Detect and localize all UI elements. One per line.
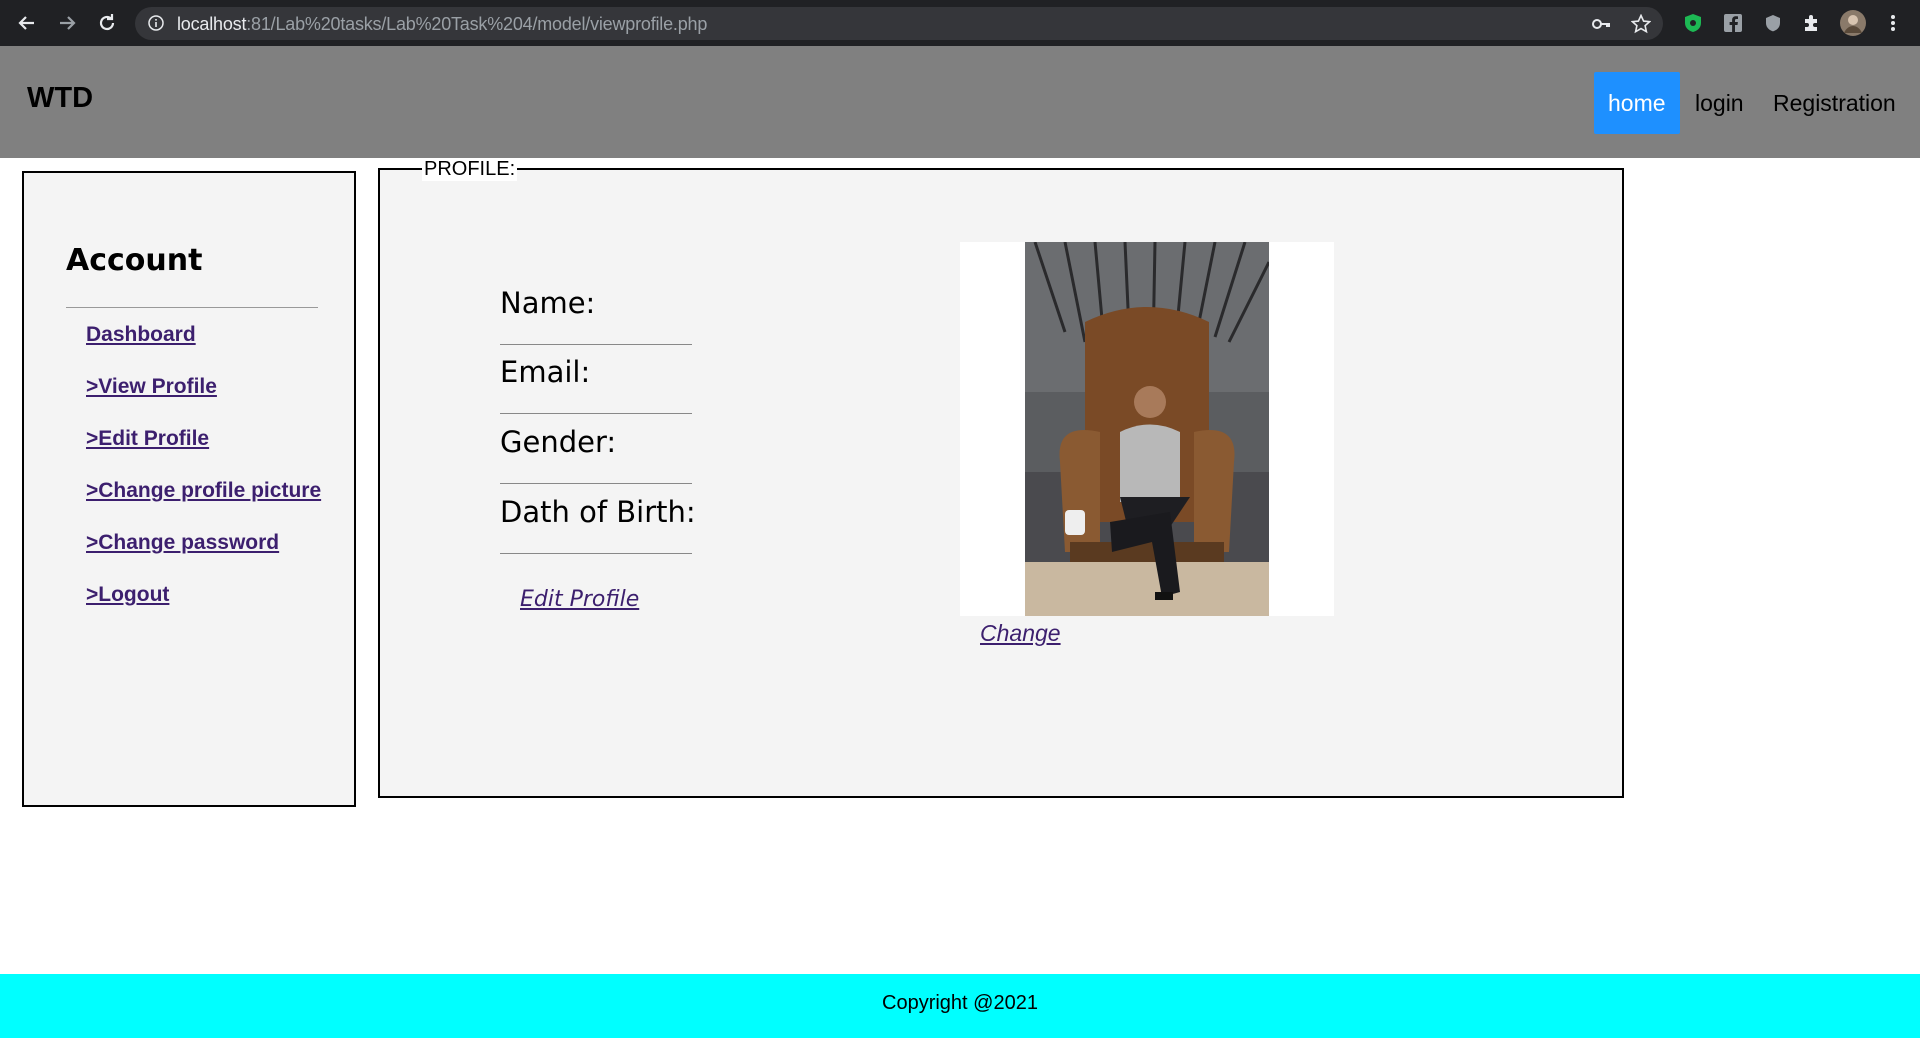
sidebar-link-view-profile[interactable]: >View Profile [86, 375, 217, 399]
field-gender: Gender: [500, 415, 692, 484]
field-email: Email: [500, 345, 692, 414]
back-arrow-icon[interactable] [14, 10, 40, 36]
field-email-label: Email: [500, 355, 591, 389]
copyright-text: Copyright @2021 [882, 992, 1038, 1014]
field-dob-label: Dath of Birth: [500, 495, 696, 529]
address-bar[interactable]: localhost:81/Lab%20tasks/Lab%20Task%204/… [135, 7, 1663, 40]
account-sidebar: Account Dashboard >View Profile >Edit Pr… [22, 171, 356, 807]
sidebar-title: Account [66, 243, 203, 278]
site-footer: Copyright @2021 [0, 974, 1920, 1038]
field-name: Name: [500, 276, 692, 345]
sidebar-link-edit-profile[interactable]: >Edit Profile [86, 427, 209, 451]
key-icon[interactable] [1591, 14, 1611, 34]
extensions-puzzle-icon[interactable] [1801, 12, 1823, 34]
info-icon[interactable] [148, 15, 164, 31]
privacy-shield-icon[interactable] [1762, 12, 1784, 34]
sidebar-link-dashboard[interactable]: Dashboard [86, 323, 196, 347]
change-photo-link[interactable]: Change [980, 620, 1061, 647]
reload-icon[interactable] [94, 10, 120, 36]
forward-arrow-icon[interactable] [54, 10, 80, 36]
star-icon[interactable] [1630, 13, 1652, 34]
sidebar-link-change-password[interactable]: >Change password [86, 531, 279, 555]
profile-avatar-icon[interactable] [1840, 10, 1866, 36]
facebook-extension-icon[interactable] [1722, 12, 1744, 34]
menu-kebab-icon[interactable] [1882, 12, 1904, 34]
sidebar-divider [66, 307, 318, 308]
field-name-label: Name: [500, 286, 596, 320]
sidebar-link-change-picture[interactable]: >Change profile picture [86, 479, 321, 503]
url-text[interactable]: localhost:81/Lab%20tasks/Lab%20Task%204/… [177, 14, 707, 35]
field-gender-label: Gender: [500, 425, 617, 459]
field-dob: Dath of Birth: [500, 485, 696, 554]
profile-legend: PROFILE: [422, 158, 518, 181]
profile-photo [1025, 242, 1269, 616]
browser-toolbar: localhost:81/Lab%20tasks/Lab%20Task%204/… [0, 0, 1920, 46]
shield-extension-icon[interactable] [1682, 12, 1704, 34]
site-brand: WTD [27, 82, 94, 114]
edit-profile-link[interactable]: Edit Profile [520, 587, 639, 612]
profile-fieldset: PROFILE: Name: Email: Gender: Dath of Bi… [378, 158, 1624, 798]
nav-home[interactable]: home [1594, 72, 1680, 134]
site-header: WTD home login Registration [0, 46, 1920, 158]
sidebar-link-logout[interactable]: >Logout [86, 583, 169, 607]
nav-login[interactable]: login [1681, 72, 1758, 134]
nav-registration[interactable]: Registration [1759, 72, 1910, 134]
